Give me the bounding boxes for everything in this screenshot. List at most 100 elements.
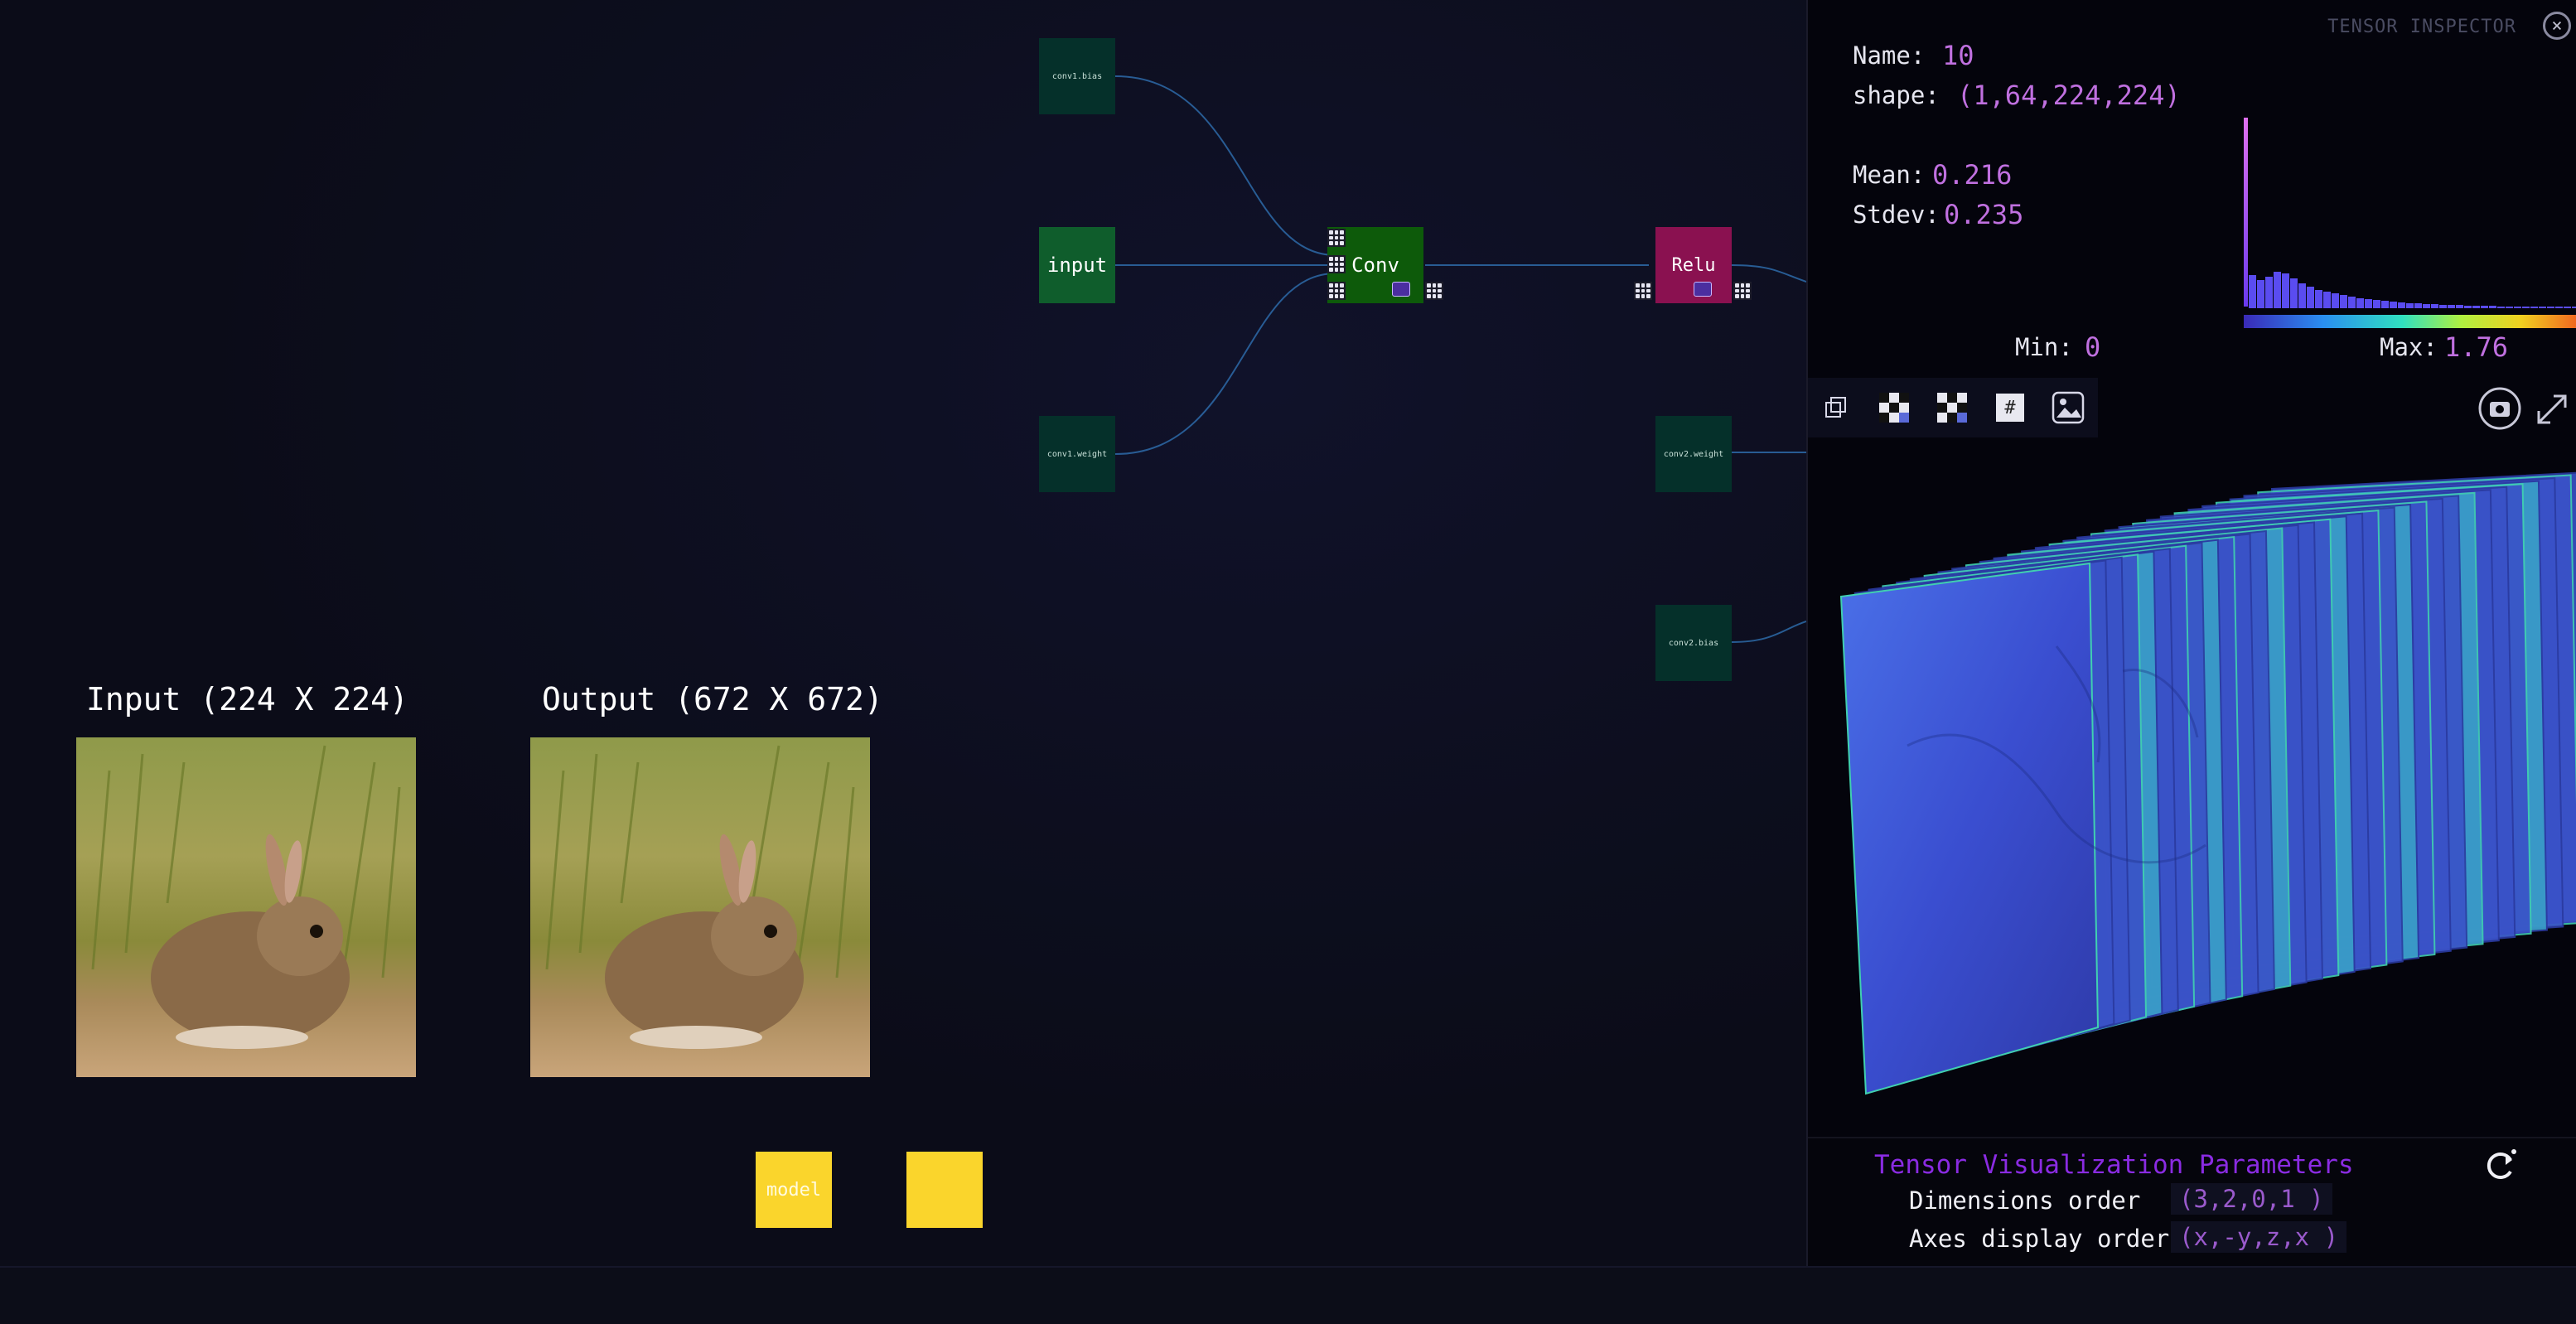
- node-input[interactable]: input: [1039, 227, 1115, 303]
- histogram-bar: [2431, 304, 2438, 308]
- node-label: input: [1046, 254, 1108, 277]
- screenshot-icon[interactable]: [2477, 386, 2522, 431]
- histogram-bar: [2464, 306, 2472, 308]
- node-conv2-bias[interactable]: conv2.bias: [1655, 605, 1732, 681]
- histogram-bar: [2572, 307, 2576, 308]
- dims-order-label: Dimensions order: [1909, 1186, 2141, 1215]
- tensor-3d-view[interactable]: [1808, 464, 2576, 1127]
- histogram-bar: [2373, 300, 2380, 308]
- histogram-bar: [2522, 307, 2530, 308]
- histogram-bar: [2315, 290, 2322, 308]
- rabbit-photo: [545, 745, 855, 1049]
- close-icon[interactable]: ×: [2543, 12, 2571, 40]
- axes-order-label: Axes display order: [1909, 1225, 2170, 1253]
- checker-alt-icon[interactable]: [1931, 386, 1974, 429]
- histogram-bar: [2414, 303, 2422, 308]
- output-image: [530, 737, 870, 1077]
- tensor-slice: [1839, 562, 2100, 1095]
- node-label: model: [766, 1179, 822, 1201]
- edge-conv2-bias: [1731, 621, 1806, 643]
- port-grid-icon[interactable]: [1327, 255, 1346, 273]
- shape-value: (1,64,224,224): [1957, 80, 2181, 111]
- hash-glyph: #: [1996, 394, 2024, 422]
- node-label: Relu: [1671, 254, 1716, 276]
- dims-order-input[interactable]: (3,2,0,1 ): [2171, 1183, 2332, 1215]
- histogram-bar: [2298, 283, 2306, 308]
- copy-icon[interactable]: [1815, 386, 1858, 429]
- input-image: [76, 737, 416, 1077]
- histogram-bar: [2390, 302, 2397, 308]
- checker-icon[interactable]: [1873, 386, 1916, 429]
- preview-icon[interactable]: [1392, 282, 1410, 297]
- preview-icon[interactable]: [1694, 282, 1712, 297]
- stdev-value: 0.235: [1944, 199, 2024, 230]
- min-label: Min:: [2015, 333, 2073, 361]
- node-label: Conv: [1351, 254, 1399, 277]
- edge-conv1-bias: [1114, 75, 1336, 256]
- grid-hash-icon[interactable]: #: [1989, 386, 2032, 429]
- histogram-bar: [2530, 307, 2538, 308]
- view-toolbar: #: [1808, 378, 2098, 437]
- port-grid-icon[interactable]: [1327, 229, 1346, 247]
- histogram-bar: [2539, 307, 2546, 308]
- node-label: conv1.bias: [1051, 71, 1103, 81]
- histogram-bar: [2506, 307, 2513, 308]
- node-conv2-weight[interactable]: conv2.weight: [1655, 416, 1732, 492]
- node-model[interactable]: model: [756, 1152, 832, 1228]
- histogram-bar: [2423, 304, 2430, 308]
- image-icon[interactable]: [2047, 386, 2090, 429]
- shape-label: shape:: [1853, 81, 1940, 109]
- histogram-bar: [2406, 303, 2414, 308]
- value-histogram: [2244, 118, 2576, 328]
- output-image-title: Output (672 X 672): [542, 681, 883, 718]
- graph-canvas[interactable]: conv1.bias input conv1.weight Conv Relu …: [0, 0, 1806, 1266]
- port-grid-icon[interactable]: [1425, 282, 1443, 300]
- histogram-bar: [2365, 299, 2372, 308]
- node-label: conv2.weight: [1663, 449, 1724, 459]
- port-grid-icon[interactable]: [1733, 282, 1752, 300]
- histogram-bar: [2448, 305, 2455, 308]
- node-conv1-weight[interactable]: conv1.weight: [1039, 416, 1115, 492]
- axes-order-input[interactable]: (x,-y,z,x ): [2171, 1221, 2347, 1253]
- histogram-bar: [2398, 302, 2405, 308]
- histogram-bar: [2348, 297, 2356, 308]
- histogram-bar: [2472, 306, 2480, 308]
- rabbit-photo: [91, 745, 401, 1049]
- port-grid-icon[interactable]: [1327, 282, 1346, 300]
- node-relu[interactable]: Relu: [1655, 227, 1732, 303]
- histogram-bar: [2274, 272, 2281, 308]
- input-image-title: Input (224 X 224): [86, 681, 408, 718]
- histogram-bar: [2381, 301, 2389, 308]
- visualization-params: Tensor Visualization Parameters Dimensio…: [1808, 1137, 2576, 1268]
- histogram-bar: [2249, 275, 2256, 308]
- histogram-bar: [2555, 307, 2563, 308]
- histogram-bar: [2356, 298, 2364, 308]
- histogram-bar: [2497, 307, 2505, 308]
- inspector-title: TENSOR INSPECTOR: [2327, 17, 2516, 37]
- reset-icon[interactable]: [2484, 1148, 2517, 1181]
- histogram-bar: [2564, 307, 2571, 308]
- node-label: conv2.bias: [1668, 638, 1719, 648]
- histogram-bar: [2323, 292, 2331, 308]
- histogram-bar: [2547, 307, 2554, 308]
- histogram-bar: [2307, 287, 2314, 308]
- mean-value: 0.216: [1932, 159, 2013, 191]
- node-yellow-output[interactable]: [906, 1152, 983, 1228]
- histogram-bar: [2290, 278, 2298, 308]
- edge-conv1-weight: [1114, 273, 1336, 455]
- max-value: 1.76: [2444, 331, 2509, 363]
- node-label: conv1.weight: [1046, 449, 1108, 459]
- histogram-bar: [2489, 306, 2496, 308]
- histogram-bar: [2332, 293, 2339, 308]
- max-label: Max:: [2380, 333, 2438, 361]
- expand-icon[interactable]: [2535, 393, 2569, 426]
- tensor-inspector-panel: TENSOR INSPECTOR × Name: 10 shape: (1,64…: [1806, 0, 2576, 1268]
- histogram-bar: [2265, 277, 2273, 308]
- stdev-label: Stdev:: [1853, 201, 1940, 229]
- params-title: Tensor Visualization Parameters: [1874, 1150, 2354, 1180]
- histogram-bar: [2481, 306, 2488, 308]
- node-conv1-bias[interactable]: conv1.bias: [1039, 38, 1115, 114]
- name-value: 10: [1942, 40, 1974, 71]
- name-label: Name:: [1853, 41, 1926, 70]
- port-grid-icon[interactable]: [1634, 282, 1652, 300]
